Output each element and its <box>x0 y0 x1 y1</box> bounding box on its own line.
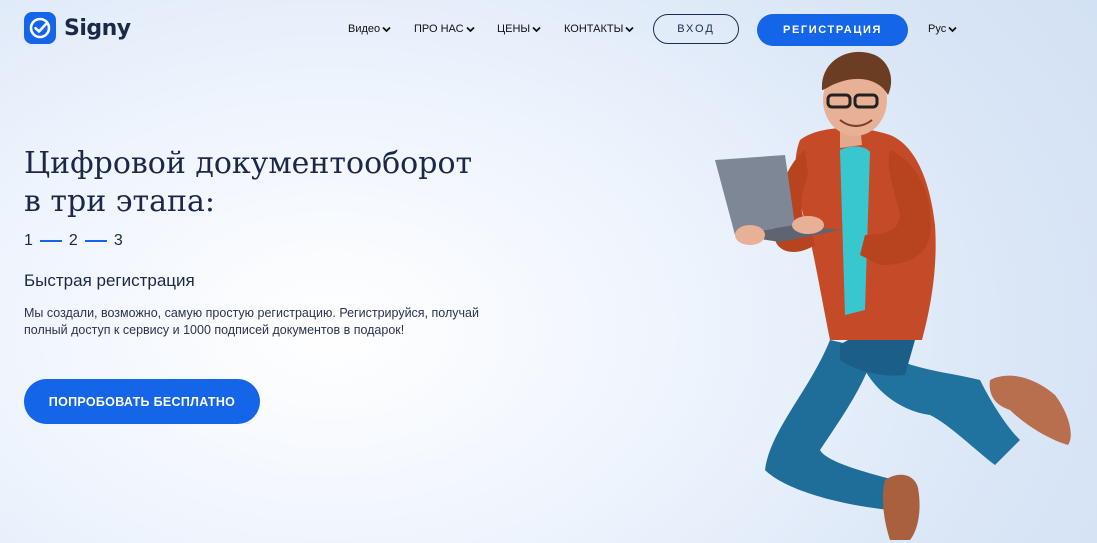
hero-subtitle: Быстрая регистрация <box>24 271 195 290</box>
nav-item-label: ЦЕНЫ <box>497 23 531 35</box>
chevron-down-icon <box>625 26 634 32</box>
step-1: 1 <box>24 232 33 249</box>
logo[interactable]: Signy <box>24 12 131 44</box>
language-switcher-wrap: Рус <box>928 23 957 35</box>
chevron-down-icon <box>948 26 957 32</box>
chevron-down-icon <box>382 26 391 32</box>
main-nav-3: ЦЕНЫ <box>497 23 541 35</box>
steps-indicator: 1 2 3 <box>24 232 123 250</box>
language-label: Рус <box>928 23 947 35</box>
step-3: 3 <box>113 232 123 249</box>
language-switcher[interactable]: Рус <box>928 23 957 35</box>
signy-logo-icon <box>24 12 56 44</box>
nav-item-label: КОНТАКТЫ <box>564 23 624 35</box>
man-with-laptop-illustration <box>715 51 1071 540</box>
hero-title-line-1: Цифровой документооборот <box>24 146 473 181</box>
chevron-down-icon <box>532 26 541 32</box>
hero-title-line-2: в три этапа: <box>24 184 216 219</box>
try-free-button[interactable]: ПОПРОБОВАТЬ БЕСПЛАТНО <box>24 379 260 424</box>
nav-item-label: Видео <box>348 23 381 35</box>
main-nav-2: ПРО НАС <box>414 23 475 35</box>
chevron-down-icon <box>465 26 475 32</box>
main-nav: Видео <box>348 23 391 35</box>
nav-item-about[interactable]: ПРО НАС <box>414 23 475 35</box>
logo-text: Signy <box>64 15 131 41</box>
hero-title: Цифровой документооборот в три этапа: <box>24 145 544 221</box>
nav-item-label: ПРО НАС <box>414 23 464 35</box>
hero-description: Мы создали, возможно, самую простую реги… <box>24 306 479 337</box>
step-2: 2 <box>68 232 78 249</box>
nav-item-contacts[interactable]: КОНТАКТЫ <box>564 23 634 35</box>
step-divider <box>39 240 62 242</box>
nav-item-video[interactable]: Видео <box>348 23 391 35</box>
main-nav-4: КОНТАКТЫ <box>564 23 634 35</box>
step-divider <box>84 240 107 242</box>
nav-item-prices[interactable]: ЦЕНЫ <box>497 23 541 35</box>
